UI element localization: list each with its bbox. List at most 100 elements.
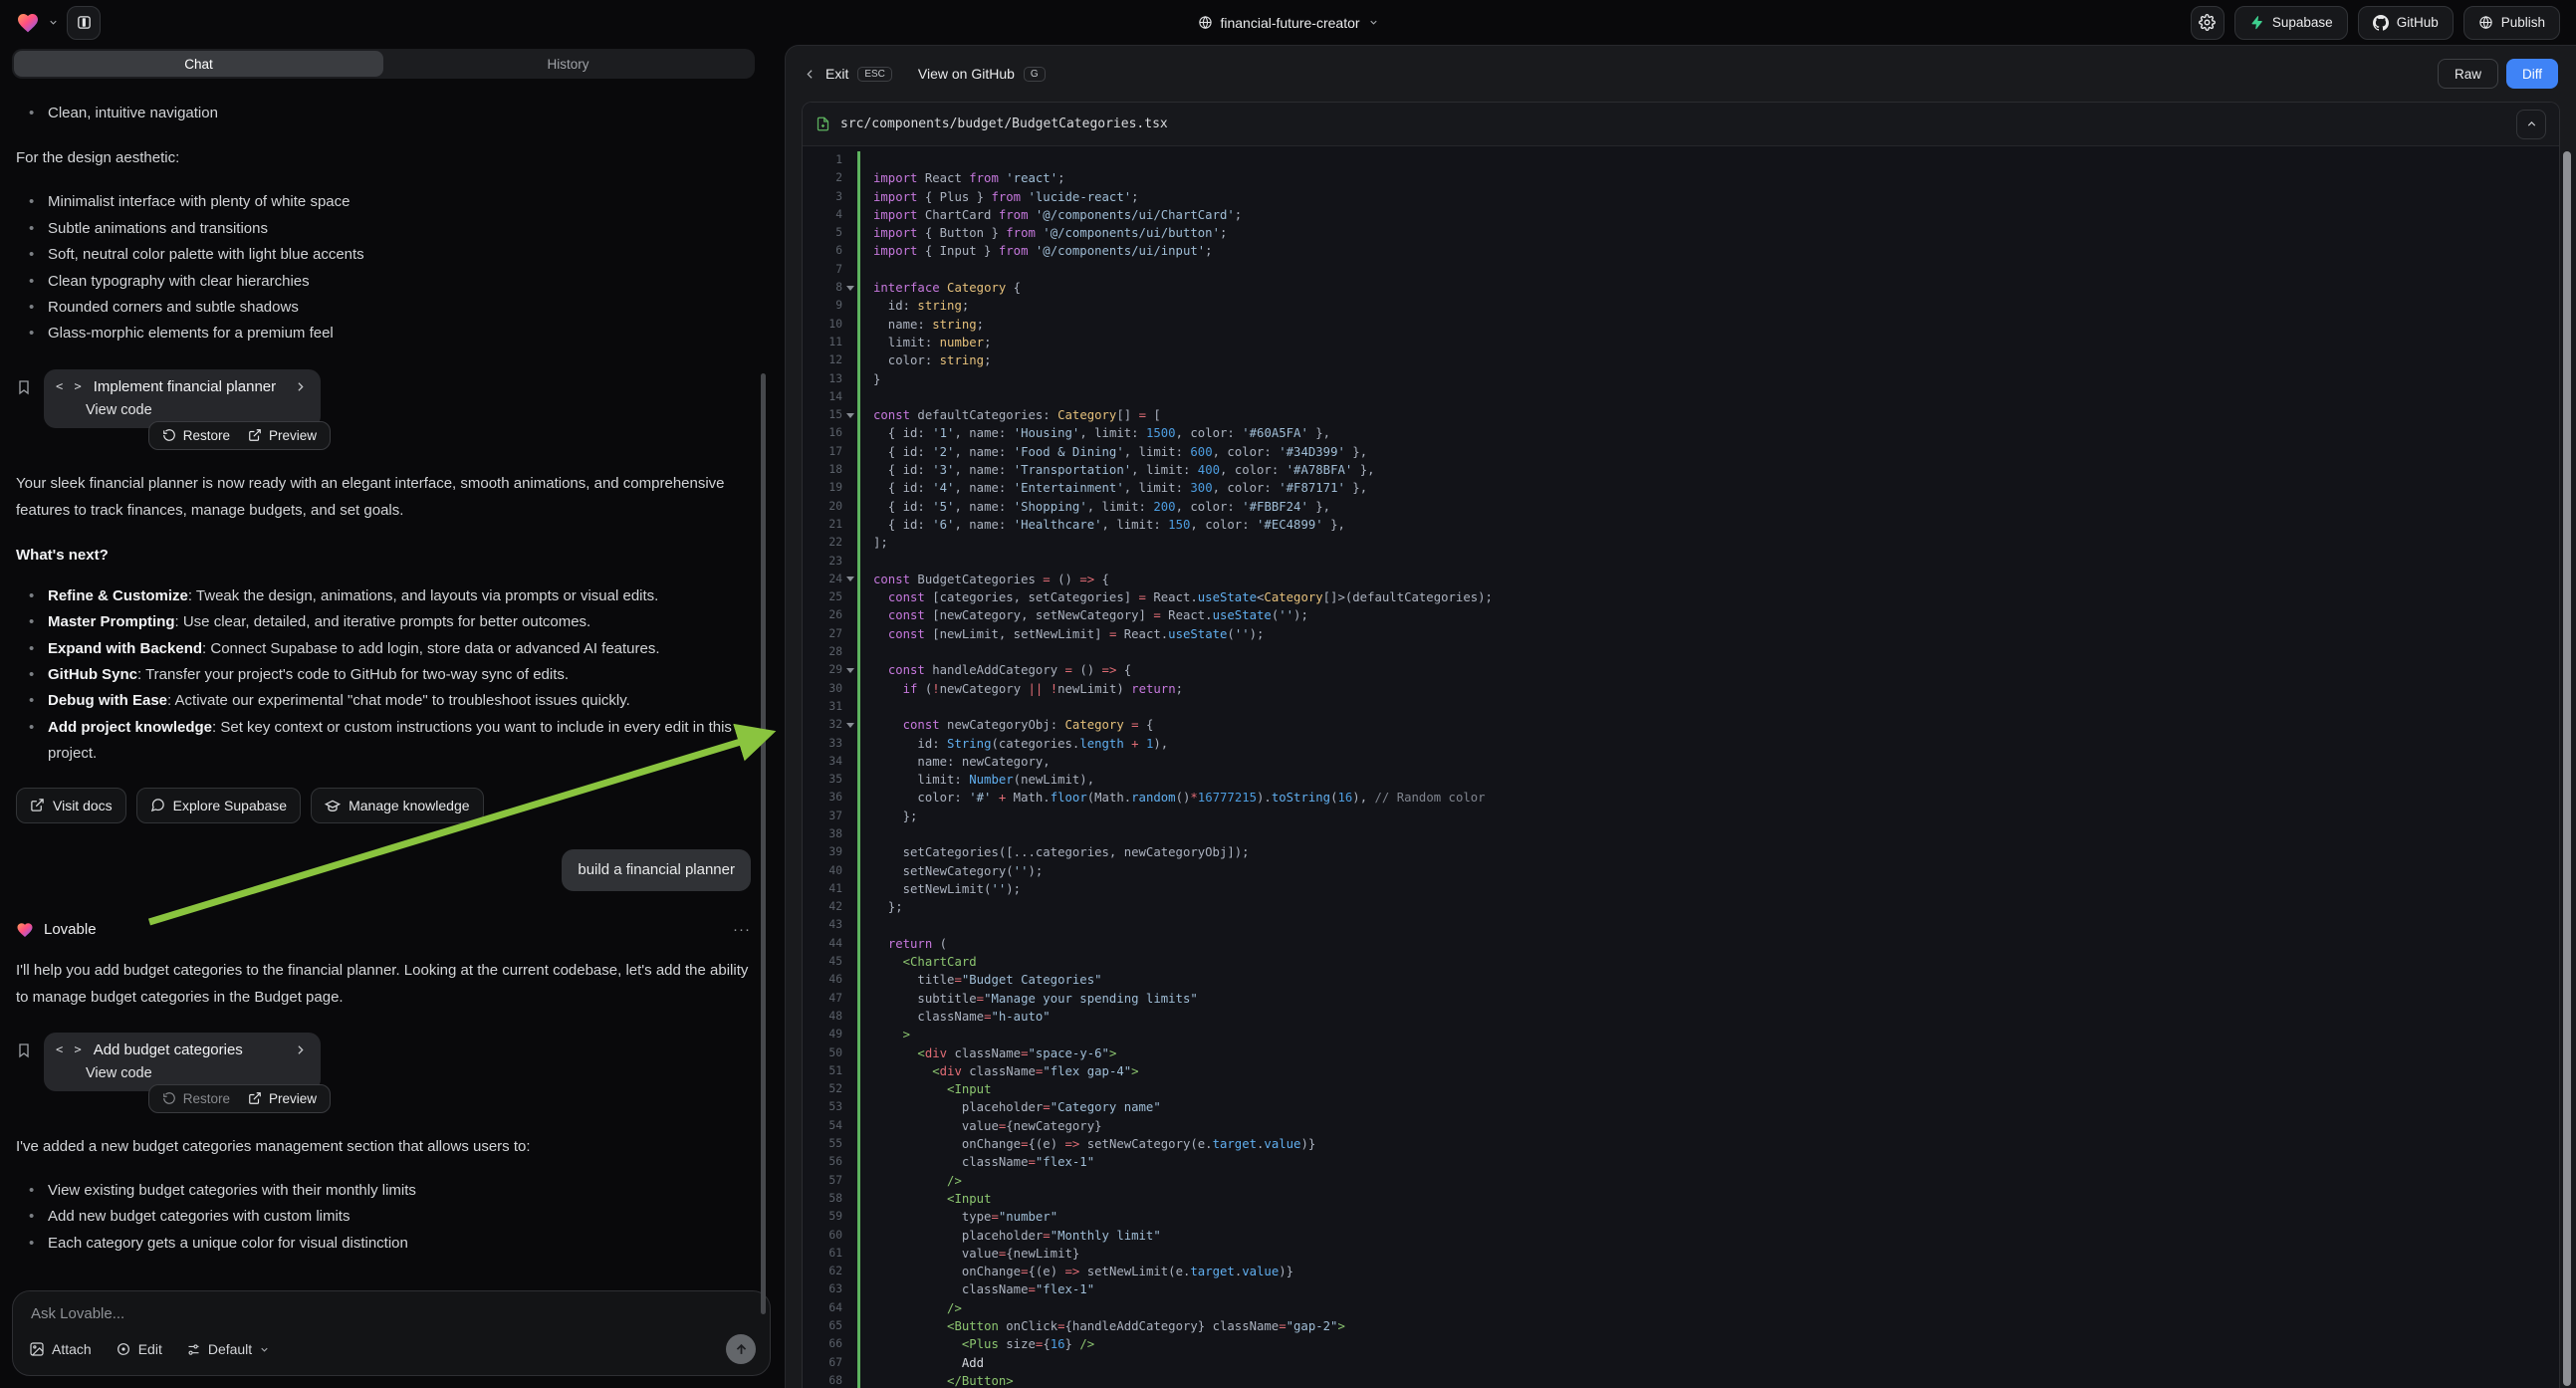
lovable-logo-heart-icon[interactable]: [16, 11, 40, 35]
line-number: 62: [803, 1263, 842, 1280]
line-number: 50: [803, 1044, 842, 1062]
code-line: 14: [803, 388, 2559, 406]
version-card-row: < >Implement financial planner View code…: [16, 369, 751, 428]
code-line: 55 onChange={(e) => setNewCategory(e.tar…: [803, 1135, 2559, 1153]
code-line: 37 };: [803, 808, 2559, 825]
explore-supabase-button[interactable]: Explore Supabase: [136, 788, 301, 823]
code-line: 31: [803, 698, 2559, 716]
line-number: 21: [803, 516, 842, 534]
restore-button[interactable]: Restore: [162, 1091, 230, 1106]
version-card[interactable]: < >Add budget categories View code Resto…: [44, 1033, 321, 1091]
view-code-link[interactable]: View code: [56, 402, 307, 418]
toggle-sidebar-button[interactable]: [67, 6, 101, 40]
fold-caret-icon[interactable]: [846, 723, 854, 728]
fold-caret-icon[interactable]: [846, 286, 854, 291]
line-number: 41: [803, 880, 842, 898]
line-number: 56: [803, 1153, 842, 1171]
manage-knowledge-button[interactable]: Manage knowledge: [311, 788, 483, 823]
line-number: 61: [803, 1245, 842, 1263]
diff-toggle-button[interactable]: Diff: [2506, 59, 2558, 89]
fold-caret-icon[interactable]: [846, 577, 854, 581]
line-number: 57: [803, 1172, 842, 1190]
chat-bullet: Expand with Backend: Connect Supabase to…: [16, 636, 751, 662]
tab-chat[interactable]: Chat: [14, 51, 383, 77]
chat-scrollbar-thumb[interactable]: [761, 373, 766, 1314]
external-link-icon: [30, 798, 45, 812]
edit-button[interactable]: Edit: [116, 1341, 162, 1357]
code-line: 35 limit: Number(newLimit),: [803, 771, 2559, 789]
code-line: 34 name: newCategory,: [803, 753, 2559, 771]
line-number: 23: [803, 553, 842, 571]
assistant-name: Lovable: [44, 921, 97, 938]
chat-bullet-list: View existing budget categories with the…: [16, 1178, 751, 1257]
code-line: 63 className="flex-1": [803, 1280, 2559, 1298]
file-header[interactable]: src/components/budget/BudgetCategories.t…: [803, 103, 2559, 146]
code-line: 68 </Button>: [803, 1372, 2559, 1388]
mode-chevron-down-icon: [259, 1344, 270, 1355]
view-on-github-button[interactable]: View on GitHub G: [918, 66, 1046, 82]
tab-history[interactable]: History: [383, 51, 753, 77]
exit-button[interactable]: Exit ESC: [804, 66, 892, 82]
line-number: 54: [803, 1117, 842, 1135]
code-line: 50 <div className="space-y-6">: [803, 1044, 2559, 1062]
preview-button[interactable]: Preview: [248, 428, 317, 443]
fold-caret-icon[interactable]: [846, 668, 854, 673]
code-line: 44 return (: [803, 935, 2559, 953]
chat-panel: Chat History Clean, intuitive navigation…: [0, 45, 785, 1388]
chat-paragraph: I've added a new budget categories manag…: [16, 1133, 751, 1160]
code-line: 48 className="h-auto": [803, 1008, 2559, 1026]
line-number: 12: [803, 351, 842, 369]
version-card[interactable]: < >Implement financial planner View code…: [44, 369, 321, 428]
github-button[interactable]: GitHub: [2358, 6, 2454, 40]
bookmark-icon[interactable]: [16, 379, 32, 395]
code-line: 45 <ChartCard: [803, 953, 2559, 971]
code-line: 53 placeholder="Category name": [803, 1098, 2559, 1116]
fold-caret-icon[interactable]: [846, 413, 854, 418]
line-number: 11: [803, 334, 842, 351]
code-scrollbar-thumb[interactable]: [2563, 151, 2571, 1386]
code-line: 41 setNewLimit('');: [803, 880, 2559, 898]
collapse-file-button[interactable]: [2516, 110, 2546, 139]
edit-target-icon: [116, 1341, 131, 1357]
line-number: 66: [803, 1335, 842, 1353]
code-line: 24const BudgetCategories = () => {: [803, 571, 2559, 588]
raw-toggle-button[interactable]: Raw: [2438, 59, 2498, 89]
settings-button[interactable]: [2191, 6, 2225, 40]
mode-select[interactable]: Default: [186, 1341, 270, 1357]
code-line: 36 color: '#' + Math.floor(Math.random()…: [803, 789, 2559, 807]
line-number: 27: [803, 625, 842, 643]
view-code-link[interactable]: View code: [56, 1065, 307, 1081]
chat-messages[interactable]: Clean, intuitive navigationFor the desig…: [0, 79, 785, 1282]
preview-button[interactable]: Preview: [248, 1091, 317, 1106]
code-line: 49 >: [803, 1026, 2559, 1043]
code-line: 8interface Category {: [803, 279, 2559, 297]
line-number: 40: [803, 862, 842, 880]
code-editor[interactable]: 12import React from 'react';3import { Pl…: [803, 146, 2559, 1388]
message-menu-button[interactable]: ···: [733, 921, 751, 938]
code-line: 56 className="flex-1": [803, 1153, 2559, 1171]
restore-button[interactable]: Restore: [162, 428, 230, 443]
line-number: 48: [803, 1008, 842, 1026]
line-number: 13: [803, 370, 842, 388]
code-line: 4import ChartCard from '@/components/ui/…: [803, 206, 2559, 224]
line-number: 42: [803, 898, 842, 916]
send-button[interactable]: [726, 1334, 756, 1364]
line-number: 47: [803, 990, 842, 1008]
bookmark-icon[interactable]: [16, 1042, 32, 1058]
chat-input[interactable]: [29, 1304, 756, 1323]
workspace-chevron-down-icon[interactable]: [48, 17, 59, 28]
supabase-button[interactable]: Supabase: [2234, 6, 2348, 40]
publish-button[interactable]: Publish: [2463, 6, 2560, 40]
project-name: financial-future-creator: [1220, 15, 1359, 31]
line-number: 67: [803, 1354, 842, 1372]
attach-button[interactable]: Attach: [29, 1341, 92, 1357]
file-path: src/components/budget/BudgetCategories.t…: [840, 116, 1168, 131]
code-line: 39 setCategories([...categories, newCate…: [803, 843, 2559, 861]
visit-docs-button[interactable]: Visit docs: [16, 788, 126, 823]
line-number: 34: [803, 753, 842, 771]
project-switcher[interactable]: financial-future-creator: [1197, 0, 1378, 45]
file-diff-card: src/components/budget/BudgetCategories.t…: [802, 102, 2560, 1388]
chat-bullet: Glass-morphic elements for a premium fee…: [16, 321, 751, 347]
file-added-icon: [816, 116, 830, 131]
chat-bullet: Add project knowledge: Set key context o…: [16, 715, 751, 768]
